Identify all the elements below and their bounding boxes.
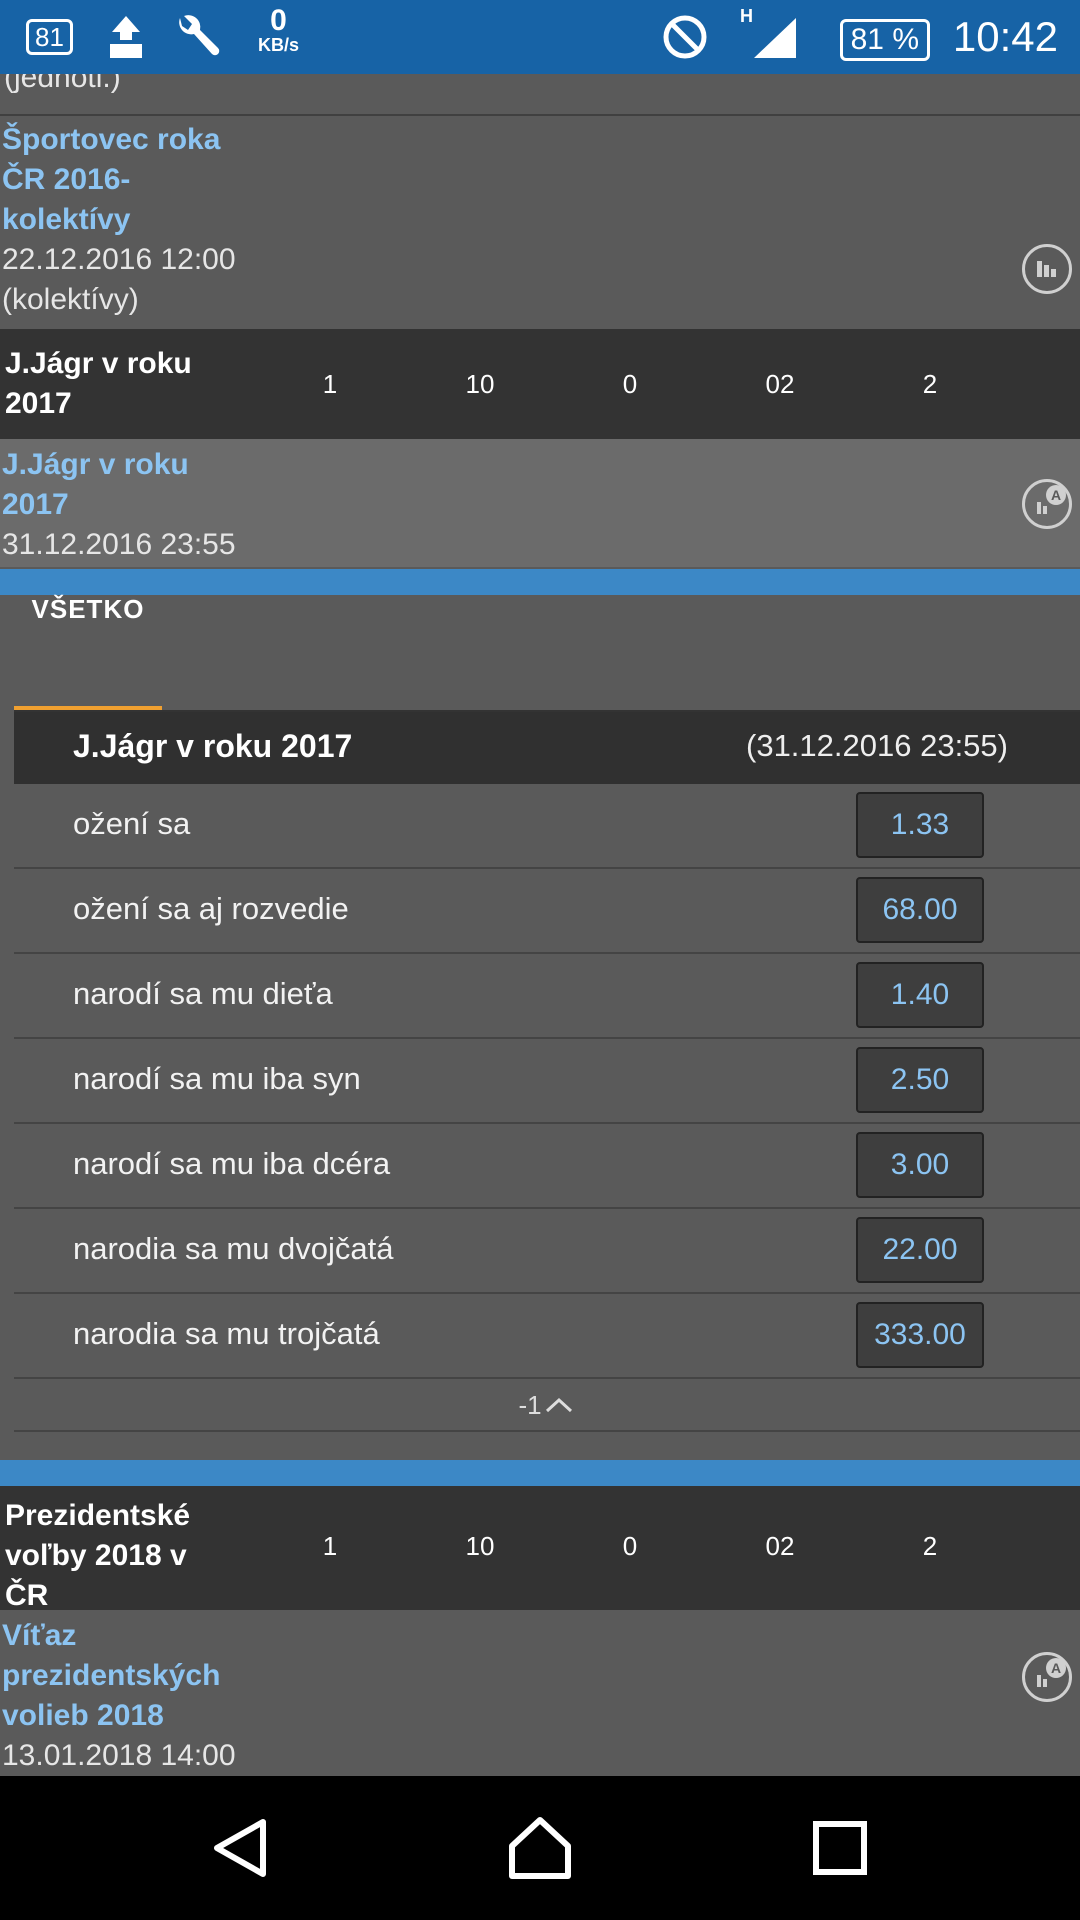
clock: 10:42 (952, 13, 1058, 60)
odds-button[interactable]: 3.00 (856, 1132, 984, 1198)
odds-button[interactable]: 68.00 (856, 877, 984, 943)
market-title: J.Jágr v roku 2017 (73, 728, 353, 764)
home-icon[interactable] (504, 1812, 576, 1884)
recents-icon[interactable] (804, 1812, 876, 1884)
column-header: 1 (322, 369, 338, 399)
column-header: 0 (622, 369, 638, 399)
back-icon[interactable] (205, 1812, 277, 1884)
wrench-icon (172, 0, 222, 74)
odds-label: narodí sa mu dieťa (73, 976, 333, 1011)
competition-header: Prezidentské voľby 2018 v ČR 1 10 0 02 2 (0, 1486, 1080, 1612)
do-not-disturb-icon (662, 0, 708, 74)
net-speed: 0 KB/s (258, 4, 300, 55)
market-date: (31.12.2016 23:55) (746, 728, 1008, 763)
odds-label: narodí sa mu iba dcéra (73, 1146, 391, 1181)
event-item-sportovec-roka[interactable]: Športovec roka ČR 2016- kolektívy 22.12.… (0, 120, 1080, 330)
odds-row: narodia sa mu dvojčatá 22.00 (14, 1209, 1080, 1294)
section-divider (0, 569, 1080, 595)
battery-indicator: 81 % (839, 19, 930, 61)
odds-button[interactable]: 333.00 (856, 1302, 984, 1368)
column-header: 10 (465, 369, 495, 399)
odds-row: narodia sa mu trojčatá 333.00 (14, 1294, 1080, 1379)
column-header: 10 (465, 1531, 495, 1561)
column-header: 1 (322, 1531, 338, 1561)
odds-button[interactable]: 2.50 (856, 1047, 984, 1113)
odds-label: narodia sa mu trojčatá (73, 1316, 380, 1351)
odds-row: narodí sa mu iba syn 2.50 (14, 1039, 1080, 1124)
event-item-jagr[interactable]: J.Jágr v roku 2017 31.12.2016 23:55 A (0, 439, 1080, 567)
competition-title: J.Jágr v roku 2017 (5, 347, 192, 420)
column-header: 02 (765, 1531, 795, 1561)
event-list[interactable]: (jednotl.) Športovec roka ČR 2016- kolek… (0, 74, 1080, 1776)
event-item-previous[interactable]: (jednotl.) (0, 74, 1080, 98)
live-stats-icon[interactable]: A (1022, 1652, 1072, 1702)
column-header: 2 (922, 1531, 938, 1561)
odds-button[interactable]: 22.00 (856, 1217, 984, 1283)
navigation-bar (0, 1776, 1080, 1920)
odds-row: ožení sa 1.33 (14, 784, 1080, 869)
signal-icon (750, 0, 800, 74)
competition-title: Prezidentské voľby 2018 v ČR (5, 1499, 191, 1612)
collapse-toggle[interactable]: -1 (14, 1380, 1080, 1432)
market-header: J.Jágr v roku 2017 (31.12.2016 23:55) (14, 712, 1080, 784)
upload-icon (106, 0, 146, 74)
svg-text:A: A (1051, 487, 1061, 503)
odds-label: ožení sa (73, 806, 191, 841)
column-header: 02 (765, 369, 795, 399)
stats-icon[interactable] (1022, 244, 1072, 294)
odds-button[interactable]: 1.33 (856, 792, 984, 858)
odds-row: narodí sa mu dieťa 1.40 (14, 954, 1080, 1039)
odds-row: narodí sa mu iba dcéra 3.00 (14, 1124, 1080, 1209)
divider (0, 114, 1080, 116)
chevron-up-icon (545, 1397, 572, 1413)
competition-header: J.Jágr v roku 2017 1 10 0 02 2 (0, 329, 1080, 439)
odds-row: ožení sa aj rozvedie 68.00 (14, 869, 1080, 954)
event-name[interactable]: Víťaz prezidentských volieb 2018 (2, 1616, 242, 1736)
odds-label: ožení sa aj rozvedie (73, 891, 349, 926)
odds-button[interactable]: 1.40 (856, 962, 984, 1028)
event-subtype: (kolektívy) (2, 283, 139, 316)
tab-vsetko[interactable]: VŠETKO (14, 574, 162, 644)
column-header: 0 (622, 1531, 638, 1561)
event-date: 22.12.2016 12:00 (2, 243, 236, 276)
svg-text:A: A (1051, 1660, 1061, 1676)
section-divider (0, 1460, 1080, 1486)
column-header: 2 (922, 369, 938, 399)
notification-badge: 81 (26, 0, 73, 74)
collapse-label: -1 (518, 1389, 542, 1420)
status-bar: 81 0 KB/s H 81 % 10:42 (0, 0, 1080, 74)
event-date: 13.01.2018 14:00 (2, 1739, 236, 1772)
event-name[interactable]: Športovec roka ČR 2016- kolektívy (2, 120, 242, 240)
odds-label: narodí sa mu iba syn (73, 1061, 361, 1096)
event-date: 31.12.2016 23:55 (2, 528, 236, 561)
event-name[interactable]: J.Jágr v roku 2017 (2, 445, 222, 525)
odds-label: narodia sa mu dvojčatá (73, 1231, 394, 1266)
event-item-prezident[interactable]: Víťaz prezidentských volieb 2018 13.01.2… (0, 1610, 1080, 1776)
live-stats-icon[interactable]: A (1022, 479, 1072, 529)
